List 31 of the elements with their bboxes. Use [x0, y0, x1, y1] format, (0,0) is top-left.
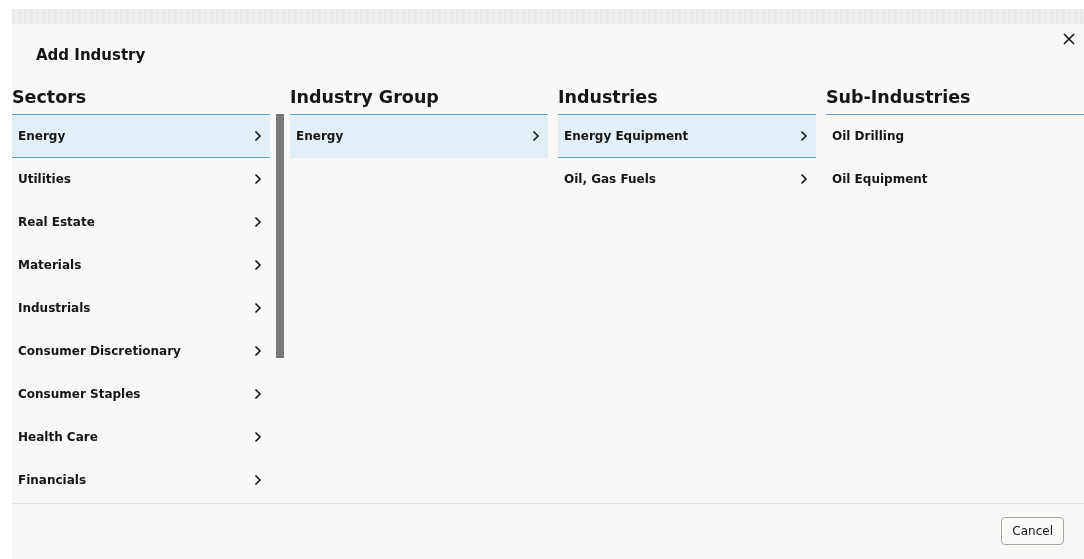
- chevron-right-icon: [254, 388, 262, 400]
- list-item[interactable]: Oil, Gas Fuels: [558, 158, 816, 201]
- list-item[interactable]: Energy Equipment: [558, 115, 816, 158]
- list-item[interactable]: Energy: [290, 115, 548, 158]
- list-item[interactable]: Consumer Discretionary: [12, 330, 270, 373]
- list-item[interactable]: Materials: [12, 244, 270, 287]
- chevron-right-icon: [254, 302, 262, 314]
- list-item[interactable]: Health Care: [12, 416, 270, 459]
- list-item[interactable]: Energy: [12, 115, 270, 158]
- chevron-right-icon: [254, 431, 262, 443]
- chevron-right-icon: [254, 474, 262, 486]
- list-item[interactable]: Industrials: [12, 287, 270, 330]
- list-item[interactable]: Oil Equipment: [826, 158, 1084, 201]
- chevron-right-icon: [254, 173, 262, 185]
- list-item[interactable]: Consumer Staples: [12, 373, 270, 416]
- list-item[interactable]: Utilities: [12, 158, 270, 201]
- list-item[interactable]: Real Estate: [12, 201, 270, 244]
- chevron-right-icon: [800, 130, 808, 142]
- list-item[interactable]: Financials: [12, 459, 270, 502]
- chevron-right-icon: [800, 173, 808, 185]
- chevron-right-icon: [254, 130, 262, 142]
- list-item[interactable]: Oil Drilling: [826, 115, 1084, 158]
- chevron-right-icon: [532, 130, 540, 142]
- scrollbar-thumb[interactable]: [276, 114, 284, 358]
- cancel-button[interactable]: Cancel: [1001, 516, 1064, 545]
- chevron-right-icon: [254, 259, 262, 271]
- column-heading: Sub-Industries: [826, 80, 1084, 115]
- chevron-right-icon: [254, 216, 262, 228]
- close-icon[interactable]: [1063, 33, 1075, 45]
- chevron-right-icon: [254, 345, 262, 357]
- dialog-title: Add Industry: [36, 46, 146, 66]
